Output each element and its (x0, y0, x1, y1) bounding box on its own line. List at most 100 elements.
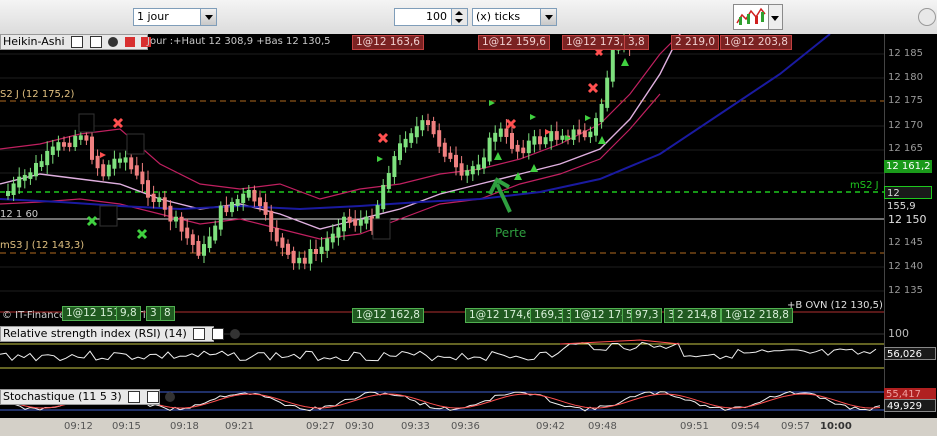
buy-order-tag[interactable]: 8 (160, 306, 175, 321)
heikin-ashi-candle (386, 172, 391, 189)
heikin-ashi-candle (190, 234, 195, 245)
time-tick: 10:00 (820, 421, 852, 432)
heikin-ashi-candle (515, 144, 520, 152)
heikin-ashi-candle (162, 197, 167, 210)
chart-type-button[interactable] (733, 4, 769, 30)
sell-order-tag[interactable]: 1@12 203,8 (720, 35, 792, 50)
time-tick: 09:33 (401, 421, 430, 432)
chart-type-dropdown[interactable] (769, 4, 783, 30)
sell-order-tag[interactable]: 1@12 159,6 (478, 35, 550, 50)
order-down-icon[interactable] (124, 37, 135, 47)
sell-order-tag[interactable]: 3,8 (624, 35, 649, 50)
stepper-arrows-icon[interactable] (451, 9, 467, 25)
chart-type-icon (736, 7, 766, 25)
heikin-ashi-candle (398, 143, 402, 161)
wrench-icon[interactable] (128, 391, 141, 403)
heikin-ashi-candle (297, 257, 302, 264)
heikin-ashi-candle (129, 157, 134, 170)
heikin-ashi-candle (605, 77, 610, 108)
price-tick: 12 145 (888, 237, 923, 248)
wrench-icon[interactable] (193, 328, 206, 340)
heikin-ashi-candle (459, 163, 464, 176)
heikin-ashi-candle (90, 136, 94, 160)
heikin-ashi-candle (246, 189, 251, 198)
heikin-ashi-candle (112, 158, 117, 169)
time-tick: 09:21 (225, 421, 254, 432)
heikin-ashi-candle (420, 120, 425, 131)
heikin-ashi-candle (538, 136, 542, 145)
price-tick: 12 185 (888, 48, 923, 59)
heikin-ashi-candle (381, 184, 386, 210)
heikin-ashi-candle (28, 172, 33, 179)
rsi-header[interactable]: Relative strength index (RSI) (14) (0, 326, 241, 342)
heikin-ashi-candle (241, 193, 246, 204)
heikin-ashi-candle (17, 176, 22, 188)
maximize-icon[interactable] (89, 36, 102, 48)
ovn-label: +B OVN (12 130,5) (787, 300, 883, 311)
close-window-icon[interactable] (918, 8, 936, 26)
rsi-panel[interactable]: Relative strength index (RSI) (14) 100 5… (0, 324, 937, 384)
heikin-ashi-candle (437, 130, 442, 147)
buy-order-tag[interactable]: 1@12 218,8 (721, 308, 793, 323)
heikin-ashi-candle (67, 142, 72, 148)
stoch-value: 49,929 (884, 399, 936, 412)
sell-order-tag[interactable]: 2 219,0 (671, 35, 720, 50)
units-stepper[interactable]: 100 (394, 8, 468, 26)
time-tick: 09:57 (781, 421, 810, 432)
time-tick: 09:42 (536, 421, 565, 432)
heikin-ashi-candle (571, 129, 576, 140)
heikin-ashi-header[interactable]: Heikin-Ashi (0, 34, 152, 50)
time-tick: 09:18 (170, 421, 199, 432)
time-tick: 09:15 (112, 421, 141, 432)
heikin-ashi-candle (302, 257, 307, 264)
heikin-ashi-candle (45, 150, 50, 166)
chevron-down-icon[interactable] (200, 9, 216, 25)
heikin-ashi-candle (353, 218, 358, 226)
chevron-down-icon[interactable] (540, 9, 556, 25)
heikin-ashi-candle (106, 164, 111, 177)
rsi-value: 56,026 (884, 347, 936, 360)
heikin-ashi-candle (526, 140, 531, 154)
heikin-ashi-candle (448, 152, 453, 159)
heikin-ashi-candle (230, 201, 234, 213)
heikin-ashi-candle (482, 157, 486, 169)
heikin-ashi-candle (554, 131, 559, 140)
rsi-axis-label: 100 (888, 327, 909, 340)
price-chart-panel[interactable]: Heikin-Ashi Jour :+Haut 12 308,9 +Bas 12… (0, 34, 937, 324)
buy-order-tag[interactable]: 1@12 174,6 (465, 308, 537, 323)
level-ms2-label: mS2 J (850, 180, 879, 191)
heikin-ashi-candle (62, 142, 66, 147)
heikin-ashi-candle (342, 216, 346, 232)
heikin-ashi-candle (493, 132, 498, 142)
heikin-ashi-candle (185, 227, 190, 239)
heikin-ashi-candle (319, 246, 324, 254)
heikin-ashi-candle (73, 135, 78, 148)
heikin-ashi-candle (39, 161, 44, 167)
stochastic-header[interactable]: Stochastique (11 5 3) (0, 389, 176, 405)
wrench-icon[interactable] (71, 36, 84, 48)
heikin-ashi-candle (470, 166, 475, 175)
heikin-ashi-candle (588, 131, 593, 138)
units-type-select[interactable]: (x) ticks (472, 8, 557, 26)
heikin-ashi-candle (476, 164, 481, 171)
heikin-ashi-candle (336, 227, 341, 238)
heikin-ashi-candle (196, 240, 201, 256)
heikin-ashi-candle (414, 126, 419, 138)
sell-order-tag[interactable]: 1@12 163,6 (352, 35, 424, 50)
stochastic-panel[interactable]: Stochastique (11 5 3) 55,417 49,929 (0, 384, 937, 418)
buy-order-tag[interactable]: 3 (146, 306, 161, 321)
heikin-ashi-candle (235, 199, 240, 206)
buy-order-tag[interactable]: 97,3 (631, 308, 663, 323)
buy-order-tag[interactable]: 9,8 (116, 306, 141, 321)
period-select[interactable]: 1 jour (133, 8, 217, 26)
maximize-icon[interactable] (146, 391, 159, 403)
heikin-ashi-candle (118, 158, 122, 163)
heikin-ashi-candle (330, 233, 335, 243)
maximize-icon[interactable] (211, 328, 224, 340)
buy-order-tag[interactable]: 2 214,8 (673, 308, 722, 323)
period-select-value: 1 jour (137, 10, 169, 23)
buy-order-tag[interactable]: 1@12 162,8 (352, 308, 424, 323)
heikin-ashi-candle (258, 197, 262, 207)
close-icon[interactable] (108, 37, 119, 47)
price-tick: 12 170 (888, 120, 923, 131)
